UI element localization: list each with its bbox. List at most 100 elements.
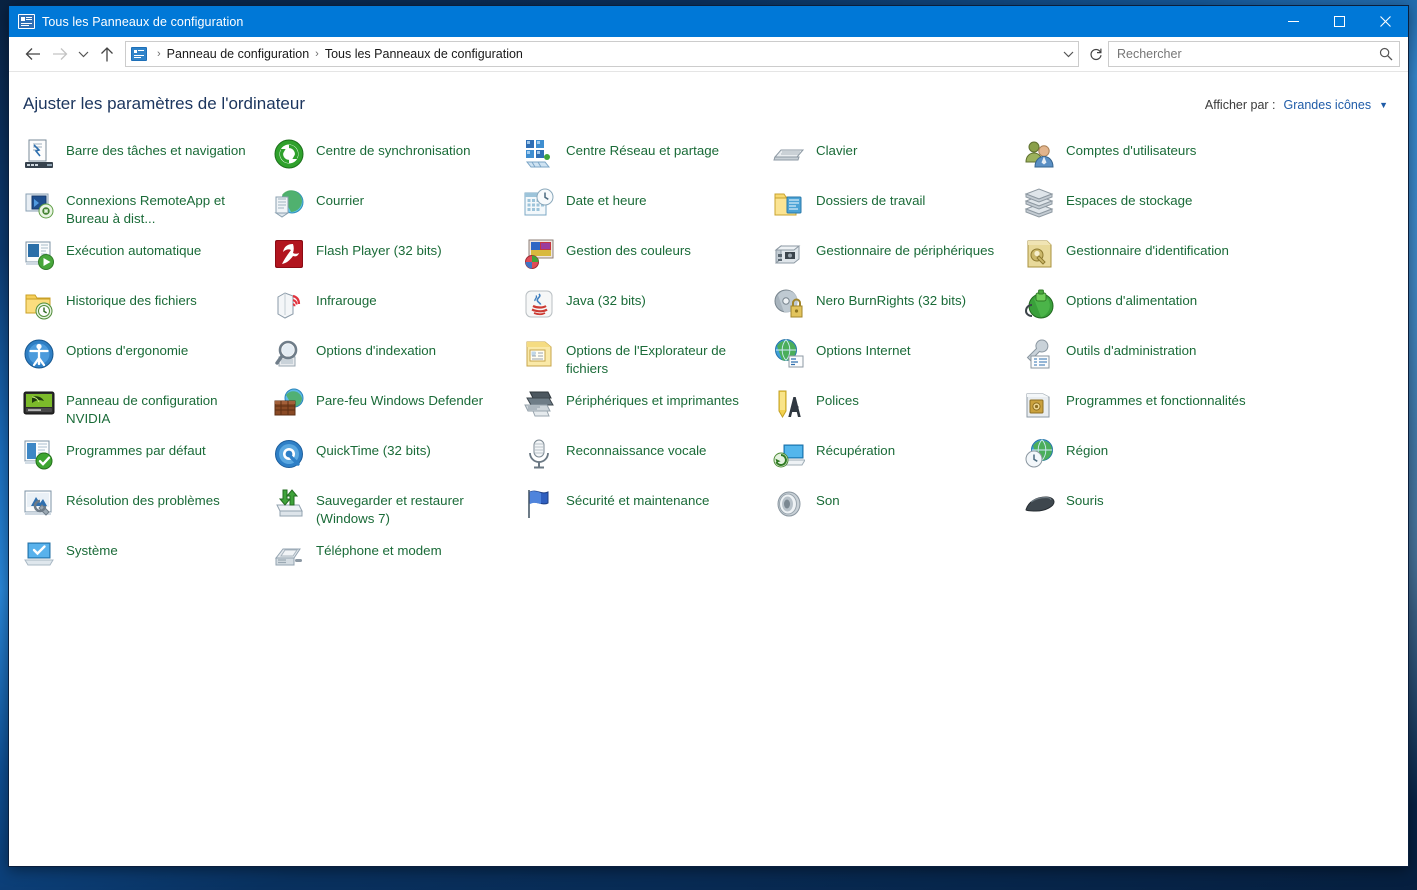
control-panel-item-windows-firewall[interactable]: Pare-feu Windows Defender — [273, 386, 523, 436]
work-folders-icon[interactable] — [773, 188, 805, 220]
control-panel-item-troubleshooting[interactable]: Résolution des problèmes — [23, 486, 273, 536]
control-panel-item-devices-printers[interactable]: Périphériques et imprimantes — [523, 386, 773, 436]
control-panel-item-security-maintenance[interactable]: Sécurité et maintenance — [523, 486, 773, 536]
control-panel-item-work-folders[interactable]: Dossiers de travail — [773, 186, 1023, 236]
devices-printers-icon[interactable] — [523, 388, 555, 420]
remoteapp-icon[interactable] — [23, 188, 55, 220]
control-panel-item-file-history[interactable]: Historique des fichiers — [23, 286, 273, 336]
default-programs-icon[interactable] — [23, 438, 55, 470]
date-time-icon[interactable] — [523, 188, 555, 220]
network-sharing-icon[interactable] — [523, 138, 555, 170]
control-panel-item-network-sharing[interactable]: Centre Réseau et partage — [523, 136, 773, 186]
control-panel-item-speech-recognition[interactable]: Reconnaissance vocale — [523, 436, 773, 486]
autoplay-icon[interactable] — [23, 238, 55, 270]
control-panel-item-administrative-tools[interactable]: Outils d'administration — [1023, 336, 1273, 386]
control-panel-item-mouse[interactable]: Souris — [1023, 486, 1273, 536]
chevron-down-icon[interactable]: ▼ — [1379, 100, 1388, 110]
keyboard-icon[interactable] — [773, 138, 805, 170]
control-panel-item-sync-center[interactable]: Centre de synchronisation — [273, 136, 523, 186]
control-panel-item-autoplay[interactable]: Exécution automatique — [23, 236, 273, 286]
control-panel-item-backup-restore[interactable]: Sauvegarder et restaurer (Windows 7) — [273, 486, 523, 536]
maximize-button[interactable] — [1316, 6, 1362, 37]
control-panel-item-system[interactable]: Système — [23, 536, 273, 586]
view-by-value[interactable]: Grandes icônes — [1284, 98, 1372, 112]
programs-features-icon[interactable] — [1023, 388, 1055, 420]
speech-recognition-icon[interactable] — [523, 438, 555, 470]
backup-restore-icon[interactable] — [273, 488, 305, 520]
control-panel-item-keyboard[interactable]: Clavier — [773, 136, 1023, 186]
up-button[interactable] — [93, 41, 120, 67]
control-panel-item-default-programs[interactable]: Programmes par défaut — [23, 436, 273, 486]
recovery-icon[interactable] — [773, 438, 805, 470]
java-icon[interactable] — [523, 288, 555, 320]
forward-button[interactable] — [46, 41, 73, 67]
mail-icon[interactable] — [273, 188, 305, 220]
power-options-icon[interactable] — [1023, 288, 1055, 320]
control-panel-item-region[interactable]: Région — [1023, 436, 1273, 486]
phone-modem-icon[interactable] — [273, 538, 305, 570]
control-panel-item-infrared[interactable]: Infrarouge — [273, 286, 523, 336]
security-maintenance-icon[interactable] — [523, 488, 555, 520]
user-accounts-icon[interactable] — [1023, 138, 1055, 170]
control-panel-item-sound[interactable]: Son — [773, 486, 1023, 536]
administrative-tools-icon[interactable] — [1023, 338, 1055, 370]
credential-manager-icon[interactable] — [1023, 238, 1055, 270]
indexing-options-icon[interactable] — [273, 338, 305, 370]
internet-options-icon[interactable] — [773, 338, 805, 370]
system-icon[interactable] — [23, 538, 55, 570]
color-management-icon[interactable] — [523, 238, 555, 270]
control-panel-item-indexing-options[interactable]: Options d'indexation — [273, 336, 523, 386]
control-panel-item-user-accounts[interactable]: Comptes d'utilisateurs — [1023, 136, 1273, 186]
control-panel-item-nero-burnrights[interactable]: Nero BurnRights (32 bits) — [773, 286, 1023, 336]
control-panel-item-power-options[interactable]: Options d'alimentation — [1023, 286, 1273, 336]
file-explorer-options-icon[interactable] — [523, 338, 555, 370]
control-panel-item-flash-player[interactable]: Flash Player (32 bits) — [273, 236, 523, 286]
file-history-icon[interactable] — [23, 288, 55, 320]
search-icon[interactable] — [1373, 43, 1399, 65]
control-panel-item-java[interactable]: Java (32 bits) — [523, 286, 773, 336]
mouse-icon[interactable] — [1023, 488, 1055, 520]
control-panel-item-taskbar[interactable]: Barre des tâches et navigation — [23, 136, 273, 186]
sound-icon[interactable] — [773, 488, 805, 520]
windows-firewall-icon[interactable] — [273, 388, 305, 420]
sync-center-icon[interactable] — [273, 138, 305, 170]
breadcrumb-item-all-control-panel-items[interactable]: Tous les Panneaux de configuration — [325, 47, 523, 61]
control-panel-item-programs-features[interactable]: Programmes et fonctionnalités — [1023, 386, 1273, 436]
chevron-down-icon[interactable] — [1058, 43, 1078, 65]
search-input[interactable] — [1109, 47, 1373, 61]
control-panel-item-quicktime[interactable]: QuickTime (32 bits) — [273, 436, 523, 486]
control-panel-item-device-manager[interactable]: Gestionnaire de périphériques — [773, 236, 1023, 286]
control-panel-item-recovery[interactable]: Récupération — [773, 436, 1023, 486]
close-button[interactable] — [1362, 6, 1408, 37]
fonts-icon[interactable] — [773, 388, 805, 420]
control-panel-item-remoteapp[interactable]: Connexions RemoteApp et Bureau à dist... — [23, 186, 273, 236]
device-manager-icon[interactable] — [773, 238, 805, 270]
infrared-icon[interactable] — [273, 288, 305, 320]
nvidia-control-panel-icon[interactable] — [23, 388, 55, 420]
control-panel-item-fonts[interactable]: Polices — [773, 386, 1023, 436]
control-panel-item-nvidia-control-panel[interactable]: Panneau de configuration NVIDIA — [23, 386, 273, 436]
control-panel-item-date-time[interactable]: Date et heure — [523, 186, 773, 236]
control-panel-item-ease-of-access[interactable]: Options d'ergonomie — [23, 336, 273, 386]
nero-burnrights-icon[interactable] — [773, 288, 805, 320]
control-panel-item-phone-modem[interactable]: Téléphone et modem — [273, 536, 523, 586]
control-panel-item-storage-spaces[interactable]: Espaces de stockage — [1023, 186, 1273, 236]
flash-player-icon[interactable] — [273, 238, 305, 270]
control-panel-item-internet-options[interactable]: Options Internet — [773, 336, 1023, 386]
breadcrumb-control-panel-icon[interactable] — [131, 47, 147, 61]
search-box[interactable] — [1108, 41, 1400, 67]
control-panel-item-credential-manager[interactable]: Gestionnaire d'identification — [1023, 236, 1273, 286]
ease-of-access-icon[interactable] — [23, 338, 55, 370]
back-button[interactable] — [19, 41, 46, 67]
storage-spaces-icon[interactable] — [1023, 188, 1055, 220]
recent-locations-button[interactable] — [73, 41, 93, 67]
breadcrumb[interactable]: › Panneau de configuration › Tous les Pa… — [125, 41, 1079, 67]
breadcrumb-item-control-panel[interactable]: Panneau de configuration — [167, 47, 309, 61]
minimize-button[interactable] — [1270, 6, 1316, 37]
refresh-icon[interactable] — [1084, 42, 1108, 66]
troubleshooting-icon[interactable] — [23, 488, 55, 520]
taskbar-icon[interactable] — [23, 138, 55, 170]
control-panel-item-file-explorer-options[interactable]: Options de l'Explorateur de fichiers — [523, 336, 773, 386]
control-panel-item-color-management[interactable]: Gestion des couleurs — [523, 236, 773, 286]
quicktime-icon[interactable] — [273, 438, 305, 470]
